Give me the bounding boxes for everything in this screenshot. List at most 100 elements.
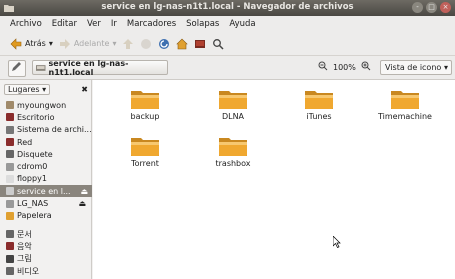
home-icon — [176, 38, 189, 49]
search-button[interactable] — [212, 38, 224, 50]
music-icon — [6, 242, 14, 251]
minimize-button[interactable]: - — [412, 2, 423, 13]
back-label: Atrás — [25, 39, 46, 48]
zoom-out-icon[interactable] — [318, 61, 328, 73]
desktop-icon — [6, 113, 14, 122]
folder-icon — [219, 138, 247, 156]
location-bar: service en lg-nas-n1t1.local 100% Vista … — [0, 56, 455, 80]
sidebar-item-label: Disquete — [17, 149, 53, 159]
folder-item[interactable]: iTunes — [279, 88, 359, 121]
eject-icon[interactable]: ⏏ — [80, 187, 88, 196]
home-button[interactable] — [176, 38, 189, 50]
computer-button[interactable] — [194, 38, 206, 50]
folder-item[interactable]: Timemachine — [365, 88, 445, 121]
folder-name: DLNA — [221, 112, 245, 121]
folder-name: iTunes — [306, 112, 332, 121]
zoom-in-icon[interactable] — [361, 61, 371, 73]
sidebar-item[interactable]: Escritorio — [6, 111, 90, 123]
pencil-icon — [12, 62, 21, 71]
menu-archivo[interactable]: Archivo — [10, 19, 42, 29]
back-button[interactable]: Atrás ▾ — [10, 37, 53, 50]
sidebar-item-label: cdrom0 — [17, 162, 48, 172]
sidebar-item[interactable]: 그림 — [6, 253, 90, 265]
menu-solapas[interactable]: Solapas — [186, 19, 219, 29]
videos-icon — [6, 267, 14, 275]
edit-location-button[interactable] — [8, 60, 26, 77]
sidebar-item-label: Papelera — [17, 211, 52, 221]
network-icon — [6, 138, 14, 147]
folder-icon — [131, 91, 159, 109]
cdrom-icon — [6, 162, 14, 171]
menu-bar: Archivo Editar Ver Ir Marcadores Solapas… — [0, 16, 455, 32]
sidebar: Lugares ▾ ✖ myoungwon Escritorio Sistema d… — [0, 80, 92, 279]
menu-editar[interactable]: Editar — [52, 19, 77, 29]
up-arrow-icon — [123, 38, 134, 49]
chevron-down-icon[interactable]: ▾ — [49, 39, 53, 48]
folder-name: Torrent — [131, 159, 159, 168]
folder-name: trashbox — [215, 159, 251, 168]
sidebar-item[interactable]: Disquete — [6, 148, 90, 160]
places-label: Lugares — [8, 85, 40, 94]
forward-button[interactable]: Adelante ▾ — [59, 38, 116, 50]
pictures-icon — [6, 254, 14, 263]
reload-button[interactable] — [158, 38, 170, 50]
chevron-down-icon[interactable]: ▾ — [112, 39, 116, 48]
folder-name: backup — [130, 112, 160, 121]
sidebar-item[interactable]: 문서 — [6, 228, 90, 240]
search-icon — [213, 38, 224, 50]
sidebar-item-label: Escritorio — [17, 112, 55, 122]
sidebar-item[interactable]: myoungwon — [6, 99, 90, 111]
sidebar-item-label: Sistema de archi... — [17, 125, 92, 135]
folder-item[interactable]: trashbox — [193, 135, 273, 168]
sidebar-item-label: 비디오 — [17, 266, 40, 276]
up-button[interactable] — [122, 38, 134, 50]
close-button[interactable]: × — [440, 2, 451, 13]
stop-button[interactable] — [140, 38, 152, 50]
sidebar-item[interactable]: Red — [6, 136, 90, 148]
sidebar-item-label: service en l... — [17, 186, 71, 196]
maximize-button[interactable]: □ — [426, 2, 437, 13]
folder-item[interactable]: DLNA — [193, 88, 273, 121]
network-share-icon — [36, 64, 46, 71]
forward-arrow-icon — [59, 38, 70, 49]
menu-ir[interactable]: Ir — [111, 19, 117, 29]
sidebar-item-label: myoungwon — [17, 100, 67, 110]
sidebar-item-label: LG_NAS — [17, 199, 49, 209]
sidebar-item[interactable]: Papelera — [6, 210, 90, 222]
toolbar: Atrás ▾ Adelante ▾ — [0, 32, 455, 56]
places-selector[interactable]: Lugares ▾ — [4, 84, 51, 95]
menu-ver[interactable]: Ver — [87, 19, 101, 29]
breadcrumb-label: service en lg-nas-n1t1.local — [48, 58, 129, 77]
eject-icon[interactable]: ⏏ — [78, 199, 86, 208]
sidebar-item[interactable]: Sistema de archi... — [6, 124, 92, 136]
title-bar: service en lg-nas-n1t1.local - Navegador… — [0, 0, 455, 16]
mouse-cursor-icon — [333, 236, 341, 248]
forward-label: Adelante — [73, 39, 110, 48]
menu-marcadores[interactable]: Marcadores — [127, 19, 176, 29]
sidebar-item-label: Red — [17, 137, 33, 147]
file-view: trashbox Torrent Timemachine iTunes DLNA back… — [93, 80, 455, 279]
folder-item[interactable]: backup — [105, 88, 185, 121]
sidebar-item[interactable]: 비디오 — [6, 265, 90, 277]
filesystem-icon — [6, 125, 14, 134]
zoom-level[interactable]: 100% — [333, 63, 356, 72]
places-list: myoungwon Escritorio Sistema de archi... Re… — [0, 99, 92, 277]
reload-icon — [159, 38, 170, 49]
sidebar-item[interactable]: floppy1 — [6, 173, 90, 185]
sidebar-item[interactable]: 음악 — [6, 240, 90, 252]
close-sidebar-icon[interactable]: ✖ — [81, 85, 88, 94]
folder-item[interactable]: Torrent — [105, 135, 185, 168]
network-share-icon — [6, 187, 14, 196]
window-title: service en lg-nas-n1t1.local - Navegador… — [101, 2, 354, 12]
sidebar-item-label: 음악 — [17, 241, 32, 251]
breadcrumb[interactable]: service en lg-nas-n1t1.local — [32, 58, 168, 77]
floppy-icon — [6, 174, 14, 183]
menu-ayuda[interactable]: Ayuda — [229, 19, 255, 29]
sidebar-header: Lugares ▾ ✖ — [4, 83, 88, 96]
folder-name: Timemachine — [378, 112, 432, 121]
sidebar-item[interactable]: service en l... ⏏ — [0, 185, 92, 198]
sidebar-item[interactable]: cdrom0 — [6, 160, 90, 172]
view-mode-select[interactable]: Vista de icono ▾ — [380, 60, 452, 75]
sidebar-item[interactable]: LG_NAS ⏏ — [6, 197, 90, 209]
home-icon — [6, 101, 14, 110]
